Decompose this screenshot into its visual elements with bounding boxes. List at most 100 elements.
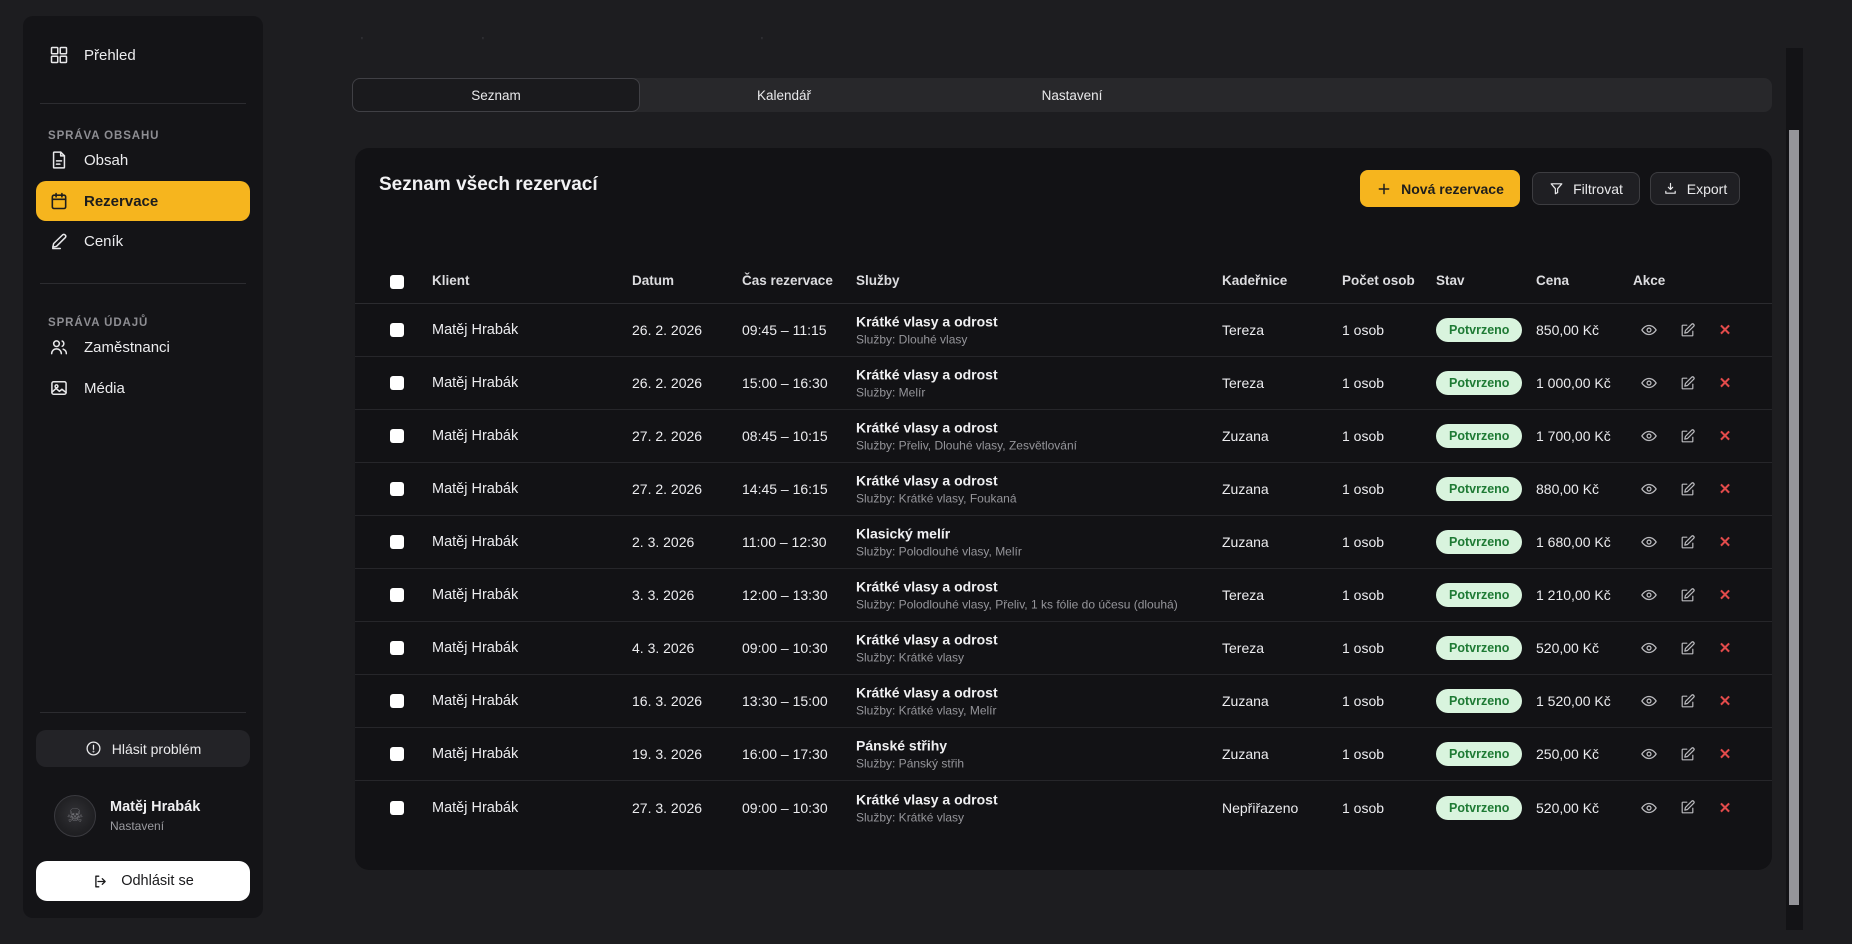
client-name: Matěj Hrabák — [432, 800, 518, 816]
row-checkbox[interactable] — [390, 376, 404, 390]
view-button[interactable] — [1639, 585, 1659, 605]
view-button[interactable] — [1639, 798, 1659, 818]
view-button[interactable] — [1639, 744, 1659, 764]
scrollbar-track[interactable] — [1786, 48, 1803, 930]
sidebar-item-label: Ceník — [84, 233, 123, 250]
row-checkbox[interactable] — [390, 429, 404, 443]
view-button[interactable] — [1639, 320, 1659, 340]
breadcrumb-mark: ' — [761, 36, 763, 47]
status-badge: Potvrzeno — [1436, 477, 1522, 501]
report-problem-button[interactable]: Hlásit problém — [36, 730, 250, 767]
delete-button[interactable]: ✕ — [1715, 798, 1735, 818]
scrollbar-thumb[interactable] — [1789, 130, 1799, 905]
sidebar-item-obsah[interactable]: Obsah — [36, 140, 250, 180]
view-button[interactable] — [1639, 373, 1659, 393]
delete-button[interactable]: ✕ — [1715, 373, 1735, 393]
edit-button[interactable] — [1677, 585, 1697, 605]
new-reservation-button[interactable]: Nová rezervace — [1360, 170, 1520, 207]
row-checkbox[interactable] — [390, 694, 404, 708]
view-button[interactable] — [1639, 479, 1659, 499]
reservation-time: 09:00 – 10:30 — [742, 800, 828, 816]
breadcrumb-mark: ' — [482, 36, 484, 47]
edit-icon — [1679, 534, 1696, 551]
edit-button[interactable] — [1677, 479, 1697, 499]
sidebar-item-media[interactable]: Média — [36, 368, 250, 408]
edit-button[interactable] — [1677, 798, 1697, 818]
row-checkbox[interactable] — [390, 535, 404, 549]
delete-button[interactable]: ✕ — [1715, 585, 1735, 605]
edit-button[interactable] — [1677, 373, 1697, 393]
row-checkbox[interactable] — [390, 801, 404, 815]
alert-circle-icon — [85, 740, 102, 757]
reservation-date: 2. 3. 2026 — [632, 534, 694, 550]
logout-label: Odhlásit se — [121, 873, 194, 889]
edit-button[interactable] — [1677, 320, 1697, 340]
row-checkbox[interactable] — [390, 482, 404, 496]
export-button[interactable]: Export — [1650, 172, 1740, 205]
delete-button[interactable]: ✕ — [1715, 532, 1735, 552]
view-button[interactable] — [1639, 638, 1659, 658]
close-icon: ✕ — [1719, 586, 1732, 604]
hairdresser-name: Zuzana — [1222, 481, 1269, 497]
user-profile[interactable]: ☠ Matěj Hrabák Nastavení — [54, 795, 200, 837]
delete-button[interactable]: ✕ — [1715, 744, 1735, 764]
client-name: Matěj Hrabák — [432, 587, 518, 603]
sidebar-item-cenik[interactable]: Ceník — [36, 221, 250, 261]
services-cell: Krátké vlasy a odrost Služby: Krátké vla… — [856, 473, 1017, 506]
user-name: Matěj Hrabák — [110, 799, 200, 815]
client-name: Matěj Hrabák — [432, 375, 518, 391]
edit-icon — [1679, 693, 1696, 710]
price: 520,00 Kč — [1536, 800, 1599, 816]
table-row: Matěj Hrabák 16. 3. 2026 13:30 – 15:00 K… — [355, 675, 1772, 728]
service-detail: Služby: Krátké vlasy, Foukaná — [856, 492, 1017, 506]
view-button[interactable] — [1639, 426, 1659, 446]
delete-button[interactable]: ✕ — [1715, 638, 1735, 658]
services-cell: Krátké vlasy a odrost Služby: Dlouhé vla… — [856, 314, 998, 347]
tab-seznam[interactable]: Seznam — [352, 78, 640, 112]
service-title: Krátké vlasy a odrost — [856, 473, 998, 489]
delete-button[interactable]: ✕ — [1715, 426, 1735, 446]
reservation-date: 19. 3. 2026 — [632, 746, 702, 762]
services-cell: Pánské střihy Služby: Pánský střih — [856, 738, 964, 771]
select-all-checkbox[interactable] — [390, 275, 404, 289]
row-checkbox[interactable] — [390, 588, 404, 602]
tab-kalendar[interactable]: Kalendář — [640, 78, 928, 112]
edit-button[interactable] — [1677, 532, 1697, 552]
sidebar-divider — [40, 283, 246, 284]
reservation-time: 16:00 – 17:30 — [742, 746, 828, 762]
persons-count: 1 osob — [1342, 693, 1384, 709]
persons-count: 1 osob — [1342, 481, 1384, 497]
column-header-datum: Datum — [632, 273, 674, 288]
status-badge: Potvrzeno — [1436, 424, 1522, 448]
reservation-time: 08:45 – 10:15 — [742, 428, 828, 444]
view-button[interactable] — [1639, 532, 1659, 552]
edit-button[interactable] — [1677, 638, 1697, 658]
delete-button[interactable]: ✕ — [1715, 479, 1735, 499]
eye-icon — [1640, 586, 1658, 604]
edit-button[interactable] — [1677, 691, 1697, 711]
service-title: Krátké vlasy a odrost — [856, 791, 998, 807]
delete-button[interactable]: ✕ — [1715, 691, 1735, 711]
calendar-icon — [49, 191, 69, 211]
sidebar-item-prehled[interactable]: Přehled — [36, 35, 250, 75]
close-icon: ✕ — [1719, 692, 1732, 710]
edit-button[interactable] — [1677, 744, 1697, 764]
row-checkbox[interactable] — [390, 323, 404, 337]
sidebar-item-zamestnanci[interactable]: Zaměstnanci — [36, 327, 250, 367]
logout-button[interactable]: Odhlásit se — [36, 861, 250, 901]
status-cell: Potvrzeno — [1436, 636, 1522, 660]
view-button[interactable] — [1639, 691, 1659, 711]
sidebar-item-rezervace[interactable]: Rezervace — [36, 181, 250, 221]
tab-nastaveni[interactable]: Nastavení — [928, 78, 1216, 112]
reservation-date: 26. 2. 2026 — [632, 375, 702, 391]
price: 1 210,00 Kč — [1536, 587, 1611, 603]
table-row: Matěj Hrabák 27. 3. 2026 09:00 – 10:30 K… — [355, 781, 1772, 834]
row-checkbox[interactable] — [390, 641, 404, 655]
edit-button[interactable] — [1677, 426, 1697, 446]
persons-count: 1 osob — [1342, 640, 1384, 656]
sidebar-item-label: Přehled — [84, 47, 136, 64]
filter-button[interactable]: Filtrovat — [1532, 172, 1640, 205]
delete-button[interactable]: ✕ — [1715, 320, 1735, 340]
row-checkbox[interactable] — [390, 747, 404, 761]
reservation-time: 09:45 – 11:15 — [742, 322, 827, 338]
